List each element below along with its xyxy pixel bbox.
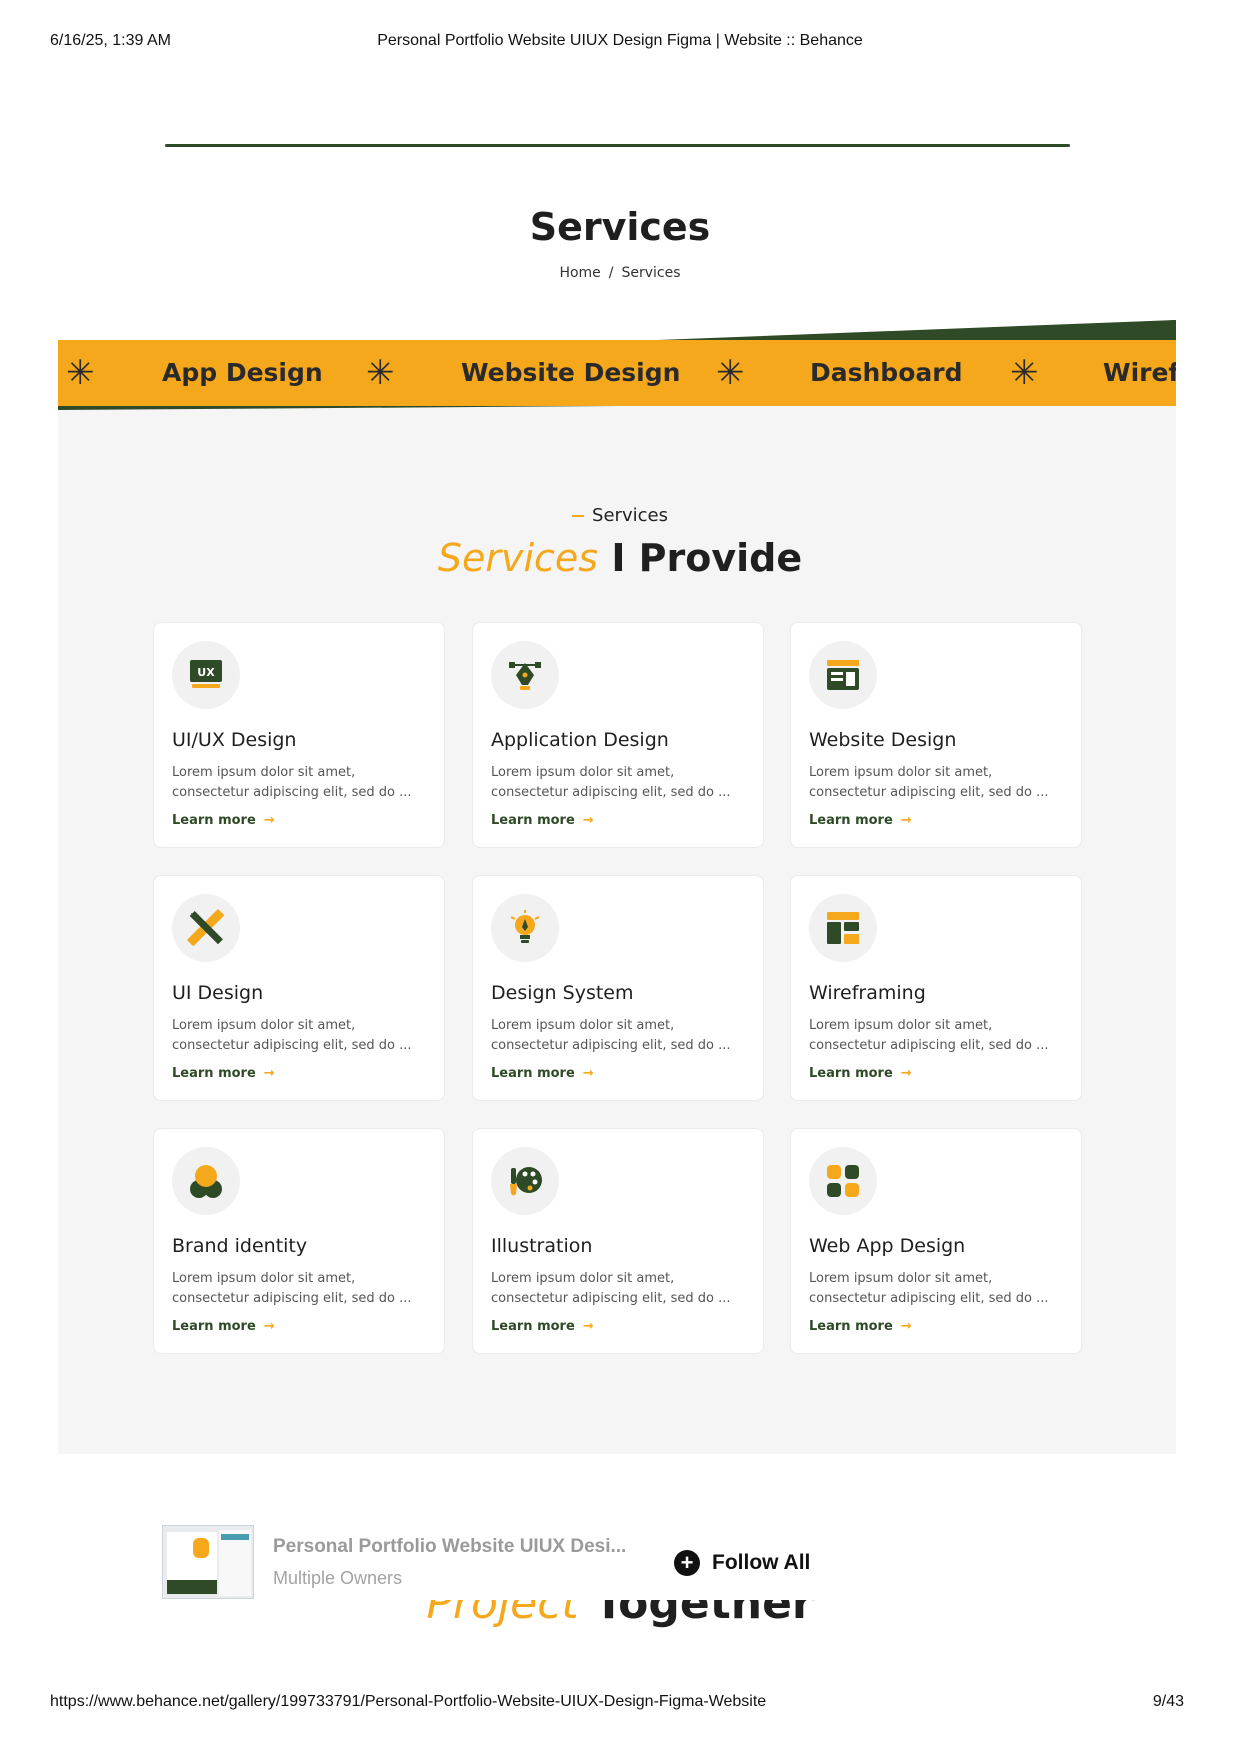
next-section-heading-peek: Project Together [0, 1600, 1240, 1646]
learn-more-label: Learn more [172, 813, 256, 828]
project-thumbnail[interactable] [162, 1525, 254, 1599]
learn-more-label: Learn more [491, 1319, 575, 1334]
breadcrumb-current: Services [621, 265, 681, 281]
card-description: Lorem ipsum dolor sit amet, consectetur … [809, 1018, 1049, 1053]
asterisk-icon: ✳ [1010, 354, 1039, 392]
arrow-right-icon: → [582, 813, 594, 828]
arrow-right-icon: → [900, 1319, 912, 1334]
arrow-right-icon: → [900, 813, 912, 828]
ux-monitor-icon: UX [172, 641, 240, 709]
arrow-right-icon: → [582, 1319, 594, 1334]
learn-more-label: Learn more [172, 1066, 256, 1081]
print-header: 6/16/25, 1:39 AM Personal Portfolio Webs… [0, 32, 1240, 52]
arrow-right-icon: → [900, 1066, 912, 1081]
card-title: Website Design [809, 729, 957, 751]
card-description: Lorem ipsum dolor sit amet, consectetur … [809, 1271, 1049, 1306]
card-title: Wireframing [809, 982, 926, 1004]
brand-shapes-icon [172, 1147, 240, 1215]
wireframe-layout-icon [809, 894, 877, 962]
breadcrumb: Home / Services [0, 265, 1240, 281]
service-card-design-system[interactable]: Design System Lorem ipsum dolor sit amet… [472, 875, 764, 1101]
section-title-rest: I Provide [611, 536, 803, 580]
card-description: Lorem ipsum dolor sit amet, consectetur … [491, 1018, 731, 1053]
learn-more-link[interactable]: Learn more → [491, 1066, 594, 1081]
service-card-illustration[interactable]: Illustration Lorem ipsum dolor sit amet,… [472, 1128, 764, 1354]
learn-more-link[interactable]: Learn more → [172, 1066, 275, 1081]
learn-more-link[interactable]: Learn more → [809, 1319, 912, 1334]
print-footer: https://www.behance.net/gallery/19973379… [0, 1693, 1240, 1713]
print-page-title: Personal Portfolio Website UIUX Design F… [377, 32, 863, 49]
app-grid-icon [809, 1147, 877, 1215]
asterisk-icon: ✳ [66, 354, 95, 392]
breadcrumb-separator: / [608, 265, 614, 281]
ruler-pencil-icon [172, 894, 240, 962]
card-title: Illustration [491, 1235, 593, 1257]
service-card-wireframing[interactable]: Wireframing Lorem ipsum dolor sit amet, … [790, 875, 1082, 1101]
ticker-item: App Design [162, 358, 323, 387]
plus-circle-icon: + [674, 1550, 700, 1576]
eyebrow-dash [572, 515, 585, 517]
service-card-web-app[interactable]: Web App Design Lorem ipsum dolor sit ame… [790, 1128, 1082, 1354]
service-card-uiux[interactable]: UX UI/UX Design Lorem ipsum dolor sit am… [153, 622, 445, 848]
card-description: Lorem ipsum dolor sit amet, consectetur … [491, 765, 731, 800]
peek-heading-rest: Together [593, 1600, 814, 1629]
pen-tool-icon [491, 641, 559, 709]
card-description: Lorem ipsum dolor sit amet, consectetur … [809, 765, 1049, 800]
print-url: https://www.behance.net/gallery/19973379… [50, 1693, 767, 1710]
page-title: Services [529, 205, 711, 249]
card-title: UI Design [172, 982, 264, 1004]
card-title: Application Design [491, 729, 669, 751]
top-divider [165, 144, 1070, 147]
card-description: Lorem ipsum dolor sit amet, consectetur … [172, 765, 412, 800]
learn-more-label: Learn more [172, 1319, 256, 1334]
learn-more-label: Learn more [809, 813, 893, 828]
learn-more-link[interactable]: Learn more → [491, 1319, 594, 1334]
eyebrow-label: Services [592, 505, 668, 526]
card-description: Lorem ipsum dolor sit amet, consectetur … [172, 1018, 412, 1053]
arrow-right-icon: → [263, 1066, 275, 1081]
asterisk-icon: ✳ [716, 354, 745, 392]
arrow-right-icon: → [582, 1066, 594, 1081]
arrow-right-icon: → [263, 1319, 275, 1334]
card-title: Brand identity [172, 1235, 308, 1257]
service-card-brand[interactable]: Brand identity Lorem ipsum dolor sit ame… [153, 1128, 445, 1354]
asterisk-icon: ✳ [366, 354, 395, 392]
section-eyebrow: Services [0, 505, 1240, 526]
browser-layout-icon [809, 641, 877, 709]
section-title: Services I Provide [0, 536, 1240, 580]
card-title: Design System [491, 982, 634, 1004]
svg-text:UX: UX [197, 666, 215, 679]
palette-brush-icon [491, 1147, 559, 1215]
service-card-application[interactable]: Application Design Lorem ipsum dolor sit… [472, 622, 764, 848]
peek-heading-accent: Project [426, 1600, 579, 1629]
learn-more-link[interactable]: Learn more → [809, 813, 912, 828]
learn-more-label: Learn more [491, 1066, 575, 1081]
lightbulb-pen-icon [491, 894, 559, 962]
learn-more-link[interactable]: Learn more → [172, 1319, 275, 1334]
card-title: Web App Design [809, 1235, 966, 1257]
services-ticker: ✳ App Design ✳ Website Design ✳ Dashboar… [58, 340, 1176, 406]
ticker-item: Dashboard [810, 358, 963, 387]
section-title-accent: Services [437, 536, 599, 580]
learn-more-link[interactable]: Learn more → [809, 1066, 912, 1081]
service-card-ui[interactable]: UI Design Lorem ipsum dolor sit amet, co… [153, 875, 445, 1101]
print-page-number: 9/43 [1152, 1693, 1184, 1710]
arrow-right-icon: → [263, 813, 275, 828]
learn-more-link[interactable]: Learn more → [491, 813, 594, 828]
project-title-link[interactable]: Personal Portfolio Website UIUX Desi... [273, 1536, 626, 1558]
ticker-item: Website Design [461, 358, 681, 387]
card-title: UI/UX Design [172, 729, 297, 751]
service-card-website[interactable]: Website Design Lorem ipsum dolor sit ame… [790, 622, 1082, 848]
project-owners-link[interactable]: Multiple Owners [273, 1568, 402, 1589]
learn-more-label: Learn more [809, 1066, 893, 1081]
card-description: Lorem ipsum dolor sit amet, consectetur … [172, 1271, 412, 1306]
breadcrumb-home-link[interactable]: Home [559, 265, 600, 281]
learn-more-label: Learn more [491, 813, 575, 828]
follow-all-button[interactable]: + Follow All [674, 1547, 810, 1579]
learn-more-link[interactable]: Learn more → [172, 813, 275, 828]
follow-all-label: Follow All [712, 1551, 811, 1574]
ticker-item: Wirefr [1103, 358, 1176, 387]
card-description: Lorem ipsum dolor sit amet, consectetur … [491, 1271, 731, 1306]
learn-more-label: Learn more [809, 1319, 893, 1334]
